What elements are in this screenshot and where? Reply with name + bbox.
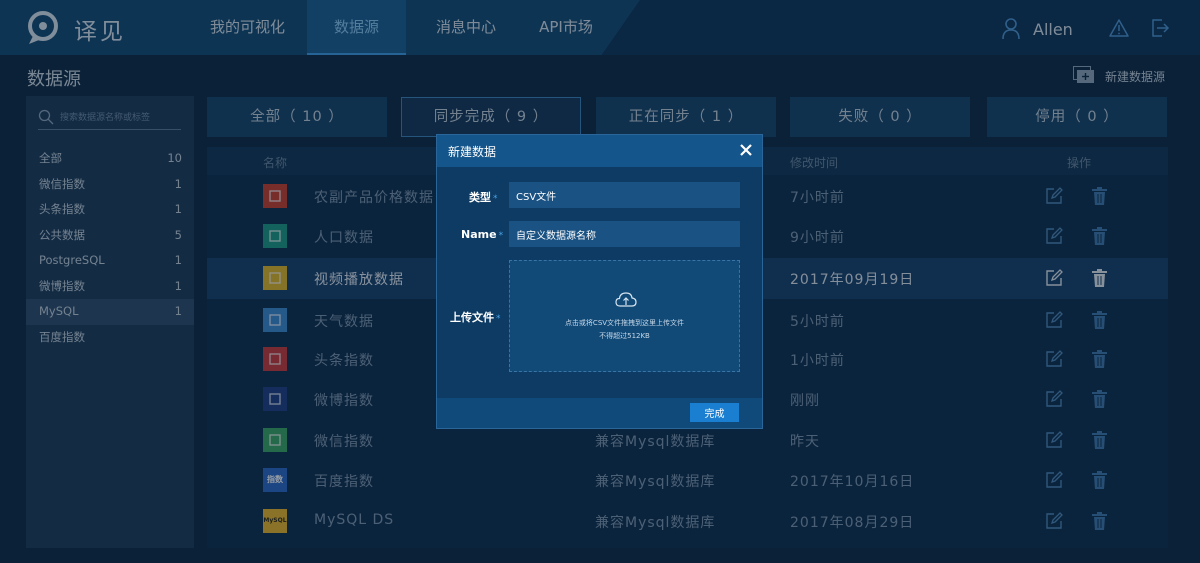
dialog-title: 新建数据	[448, 145, 497, 159]
type-select[interactable]	[509, 182, 740, 208]
dialog-footer: 完成	[437, 398, 762, 428]
name-label-text: Name	[461, 228, 497, 241]
name-label: Name *	[461, 228, 503, 241]
type-label-text: 类型	[469, 191, 491, 204]
upload-hint: 点击或将CSV文件拖拽到这里上传文件	[564, 319, 685, 327]
file-upload-dropzone[interactable]: 点击或将CSV文件拖拽到这里上传文件 不得超过512KB	[509, 260, 740, 372]
required-mark: *	[496, 314, 501, 324]
upload-size-limit: 不得超过512KB	[599, 332, 650, 340]
name-input[interactable]	[509, 221, 740, 247]
new-data-dialog: 新建数据 类型* Name* 上传文件* 点击或将CSV文件拖拽到这里上传文件 …	[436, 134, 763, 429]
close-icon[interactable]	[739, 143, 753, 157]
type-label: 类型 *	[469, 189, 498, 205]
done-button[interactable]: 完成	[690, 403, 739, 422]
cloud-upload-icon	[615, 292, 637, 307]
required-mark: *	[498, 231, 504, 241]
upload-label: 上传文件 *	[450, 309, 501, 325]
upload-label-text: 上传文件	[450, 311, 494, 324]
required-mark: *	[493, 194, 498, 204]
dialog-header: 新建数据	[437, 135, 762, 167]
